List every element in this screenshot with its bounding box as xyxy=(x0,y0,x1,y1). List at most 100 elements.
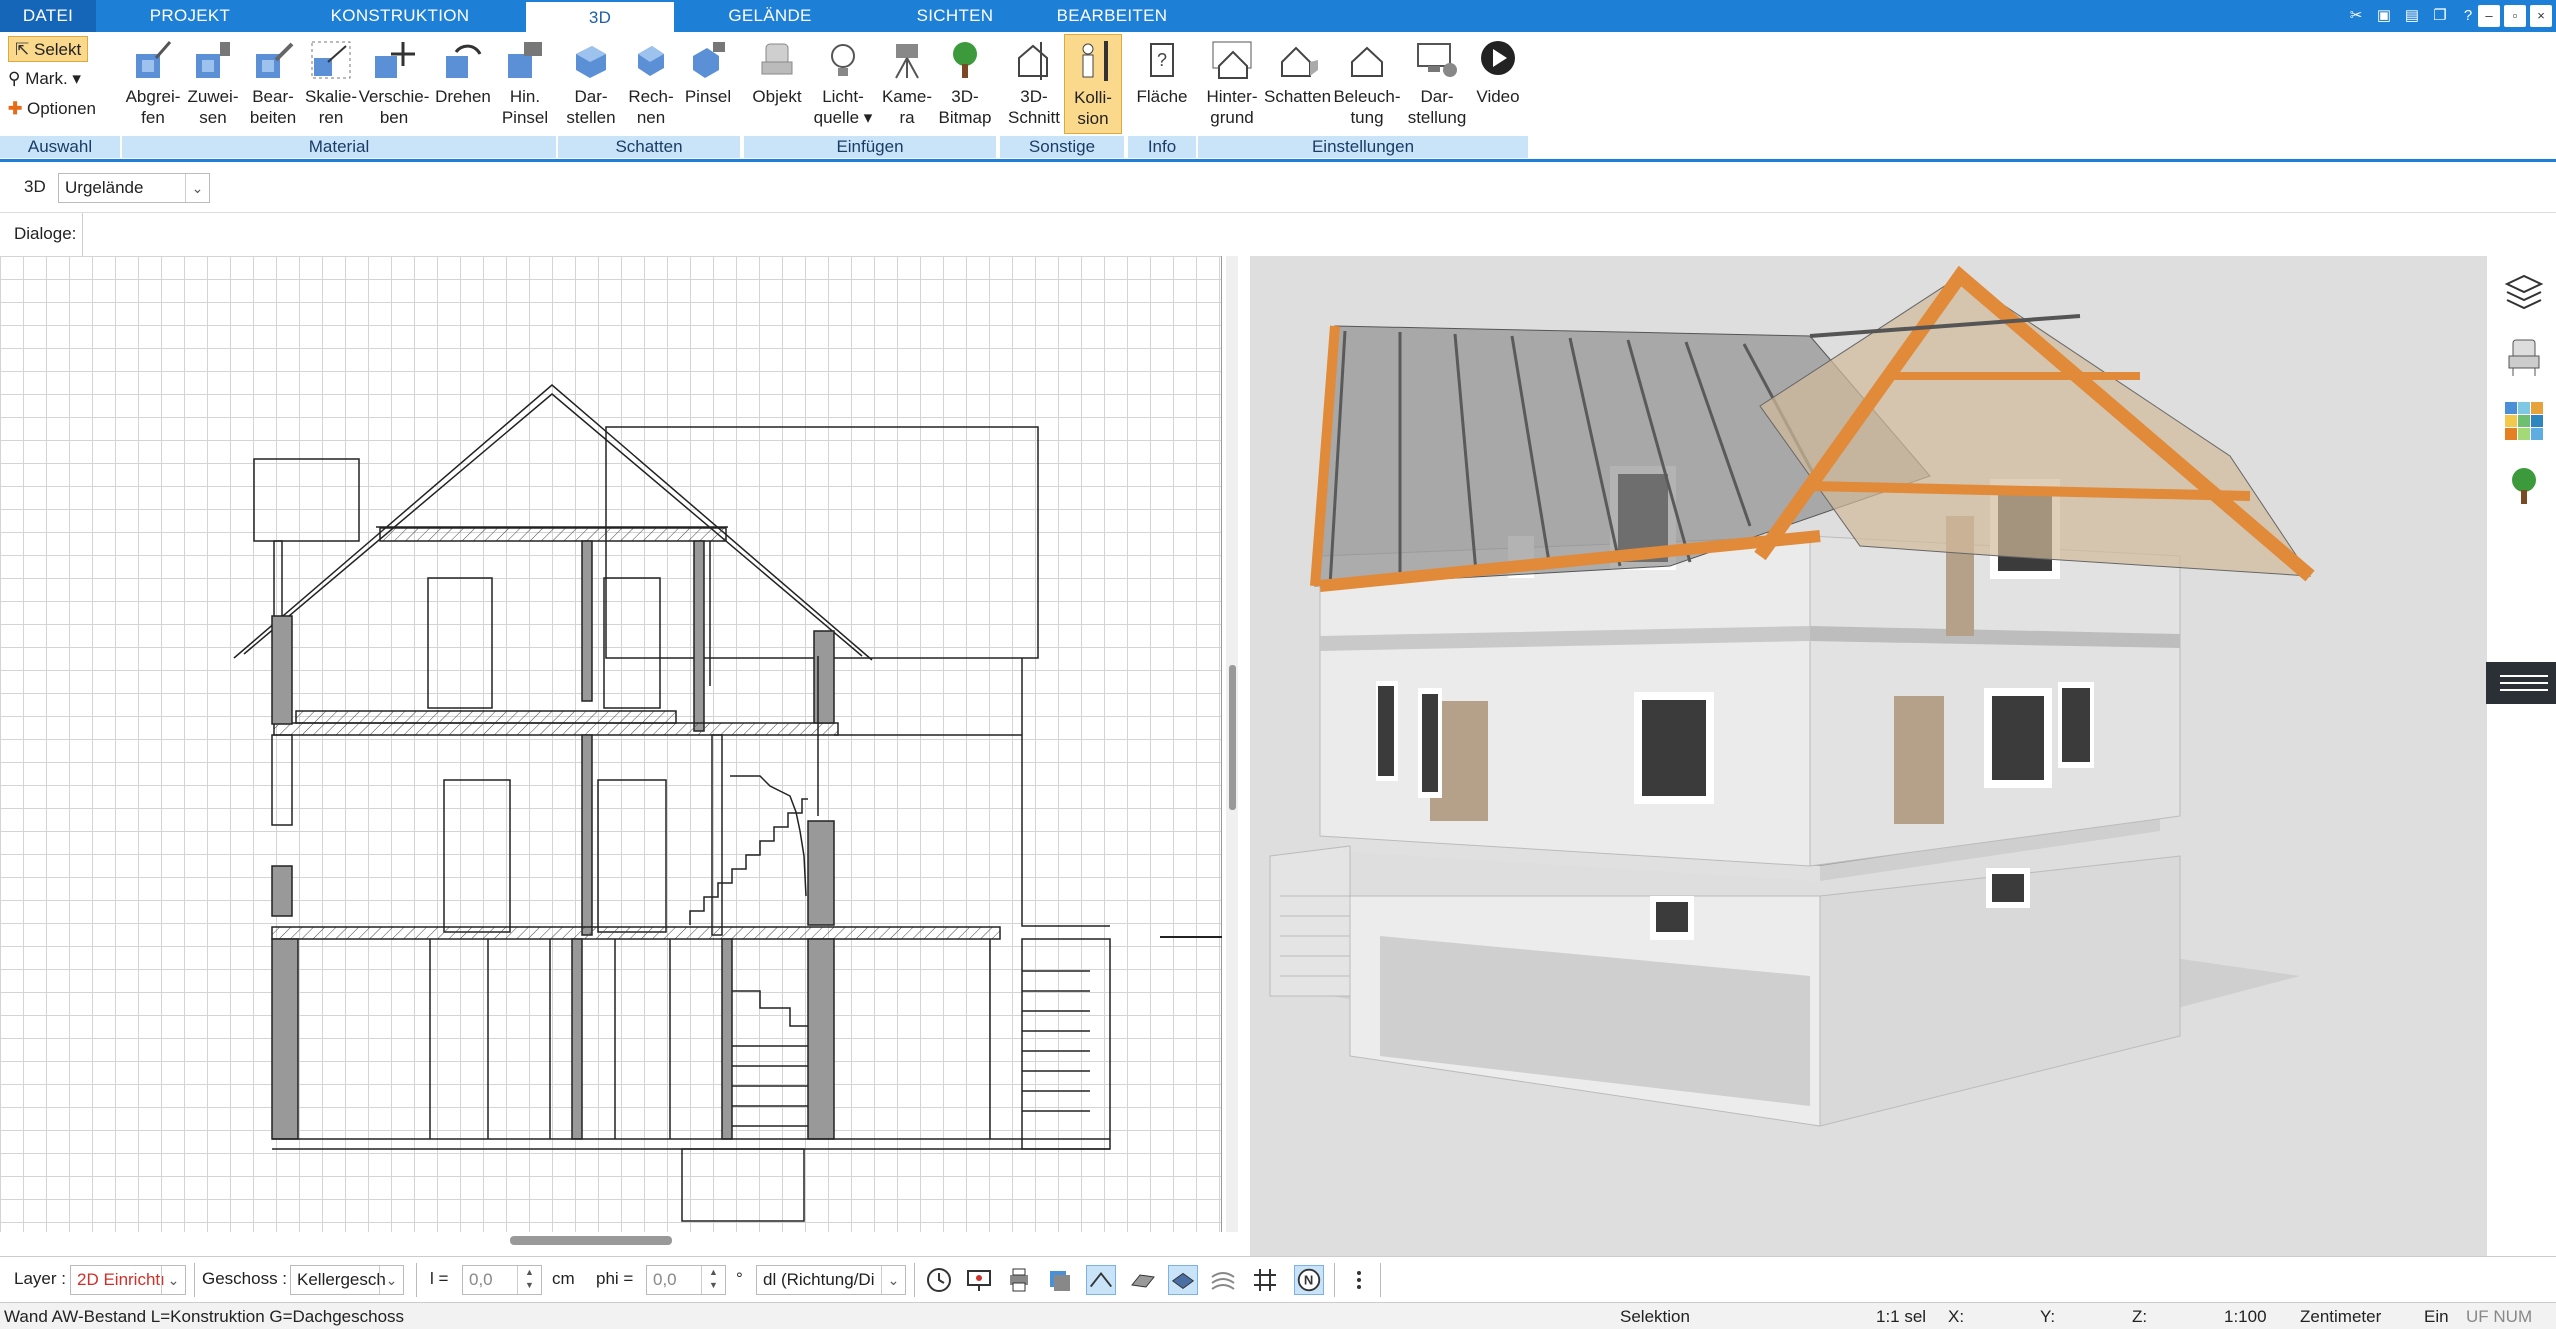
print-icon[interactable] xyxy=(1004,1265,1034,1295)
hintergrund-button[interactable]: Hinter- grund xyxy=(1200,34,1264,134)
group-auswahl: Auswahl xyxy=(0,136,120,158)
north-icon[interactable]: N xyxy=(1294,1265,1324,1295)
terrain-lines-icon[interactable] xyxy=(1208,1265,1238,1295)
layers-stack-icon[interactable] xyxy=(1044,1265,1074,1295)
chevron-down-icon: ⌄ xyxy=(881,1266,905,1294)
stepper-icon[interactable]: ▲ ▼ xyxy=(517,1266,541,1294)
panel-menu-handle[interactable] xyxy=(2486,662,2556,704)
presentation-icon[interactable] xyxy=(964,1265,994,1295)
svg-text:N: N xyxy=(1304,1273,1313,1288)
more-options-icon[interactable] xyxy=(1344,1265,1374,1295)
furniture-icon[interactable] xyxy=(2503,336,2545,378)
restore-icon[interactable]: ▫ xyxy=(2504,5,2526,27)
window-icon[interactable]: ▣ xyxy=(2372,4,2396,28)
length-unit: cm xyxy=(552,1269,575,1288)
layer-combo[interactable]: 2D Einrichtı ⌄ xyxy=(70,1265,186,1295)
kamera-button[interactable]: Kame- ra xyxy=(878,34,936,134)
selekt-button[interactable]: ⇱ Selekt xyxy=(8,36,89,62)
view-mode-label: 3D xyxy=(24,177,46,196)
terrain-combo[interactable]: Urgelände ⌄ xyxy=(58,173,210,203)
3d-schnitt-button[interactable]: 3D- Schnitt xyxy=(1004,34,1064,134)
hamburger-icon xyxy=(2500,675,2548,691)
hin-pinsel-button[interactable]: Hin. Pinsel xyxy=(496,34,554,134)
plane-view-icon[interactable] xyxy=(1168,1265,1198,1295)
cube-shadow-icon xyxy=(576,46,606,78)
background-house-icon xyxy=(1212,41,1252,79)
lightbulb-icon xyxy=(831,44,855,76)
play-video-icon xyxy=(1481,41,1515,75)
direction-combo[interactable]: dl (Richtung/Di ⌄ xyxy=(756,1265,906,1295)
beleuchtung-button[interactable]: Beleuch- tung xyxy=(1332,34,1402,134)
video-button[interactable]: Video xyxy=(1470,34,1526,134)
lichtquelle-button[interactable]: Licht- quelle ▾ xyxy=(810,34,876,134)
zuweisen-button[interactable]: Zuwei- sen xyxy=(184,34,242,134)
tab-konstruktion[interactable]: KONSTRUKTION xyxy=(320,0,480,32)
roof-view-icon[interactable] xyxy=(1086,1265,1116,1295)
layer-label: Layer : xyxy=(14,1269,66,1288)
cascade-icon[interactable]: ❐ xyxy=(2428,4,2452,28)
schatten-einstellungen-button[interactable]: Schatten xyxy=(1264,34,1331,134)
plants-tree-icon[interactable] xyxy=(2503,464,2545,506)
drehen-button[interactable]: Drehen xyxy=(432,34,494,134)
clock-icon[interactable] xyxy=(924,1265,954,1295)
assign-material-icon xyxy=(196,42,230,78)
objekt-button[interactable]: Objekt xyxy=(746,34,808,134)
group-schatten: Schatten xyxy=(558,136,740,158)
grid-icon[interactable] xyxy=(1250,1265,1280,1295)
layout-icon[interactable]: ▤ xyxy=(2400,4,2424,28)
area-info-icon: ? xyxy=(1150,43,1174,77)
tab-sichten[interactable]: SICHTEN xyxy=(900,0,1010,32)
skalieren-button[interactable]: Skalie- ren xyxy=(302,34,360,134)
schatten-rechnen-button[interactable]: Rech- nen xyxy=(622,34,680,134)
help-icon[interactable]: ? xyxy=(2456,4,2480,28)
cube-brush-icon xyxy=(693,42,725,78)
tab-bearbeiten[interactable]: BEARBEITEN xyxy=(1050,0,1174,32)
bearbeiten-button[interactable]: Bear- beiten xyxy=(244,34,302,134)
group-einstellungen: Einstellungen xyxy=(1198,136,1528,158)
status-z: Z: xyxy=(2132,1307,2148,1326)
flaeche-button[interactable]: ? Fläche xyxy=(1130,34,1194,134)
abgreifen-button[interactable]: Abgrei- fen xyxy=(124,34,182,134)
bottom-toolbar: Layer : 2D Einrichtı ⌄ Geschoss : Keller… xyxy=(0,1256,2556,1302)
status-unit: Zentimeter xyxy=(2300,1307,2382,1326)
mark-button[interactable]: ⚲ Mark. ▾ xyxy=(8,66,81,92)
hatch-icon[interactable] xyxy=(1128,1265,1158,1295)
stepper-icon[interactable]: ▲ ▼ xyxy=(701,1266,725,1294)
group-einfuegen: Einfügen xyxy=(744,136,996,158)
group-material: Material xyxy=(122,136,556,158)
tab-datei[interactable]: DATEI xyxy=(0,0,96,32)
verschieben-button[interactable]: Verschie- ben xyxy=(358,34,430,134)
group-info: Info xyxy=(1128,136,1196,158)
vertical-scroll-thumb[interactable] xyxy=(1229,665,1236,810)
kollision-button[interactable]: Kolli- sion xyxy=(1064,34,1122,134)
3d-bitmap-button[interactable]: 3D- Bitmap xyxy=(936,34,994,134)
status-selection-count: 1:1 sel xyxy=(1876,1307,1927,1326)
darstellung-button[interactable]: Dar- stellung xyxy=(1404,34,1470,134)
2d-section-view[interactable] xyxy=(0,256,1222,1232)
tab-projekt[interactable]: PROJEKT xyxy=(130,0,250,32)
status-bar: Wand AW-Bestand L=Konstruktion G=Dachges… xyxy=(0,1302,2556,1329)
materials-palette-icon[interactable] xyxy=(2503,400,2545,442)
minimize-icon[interactable]: – xyxy=(2478,5,2500,27)
phi-label: phi = xyxy=(596,1269,634,1288)
optionen-button[interactable]: ✚ Optionen xyxy=(8,96,96,122)
section-drawing xyxy=(233,384,1222,1222)
status-x: X: xyxy=(1948,1307,1965,1326)
schatten-darstellen-button[interactable]: Dar- stellen xyxy=(562,34,620,134)
geschoss-combo[interactable]: Kellergesch ⌄ xyxy=(290,1265,404,1295)
tab-3d[interactable]: 3D xyxy=(526,0,674,32)
divider xyxy=(194,1263,195,1297)
cursor-icon: ⇱ xyxy=(15,40,30,59)
horizontal-scroll-thumb[interactable] xyxy=(510,1236,672,1245)
schatten-pinsel-button[interactable]: Pinsel xyxy=(680,34,736,134)
tools-icon[interactable]: ✂ xyxy=(2344,4,2368,28)
phi-input[interactable]: 0,0 ▲ ▼ xyxy=(646,1265,726,1295)
layers-icon[interactable] xyxy=(2503,272,2545,314)
display-settings-icon xyxy=(1417,43,1457,77)
3d-viewport[interactable] xyxy=(1250,256,2486,1256)
length-label: l = xyxy=(430,1269,449,1288)
tab-gelaende[interactable]: GELÄNDE xyxy=(710,0,830,32)
close-icon[interactable]: × xyxy=(2530,5,2552,27)
tree-icon xyxy=(953,42,977,78)
length-input[interactable]: 0,0 ▲ ▼ xyxy=(462,1265,542,1295)
